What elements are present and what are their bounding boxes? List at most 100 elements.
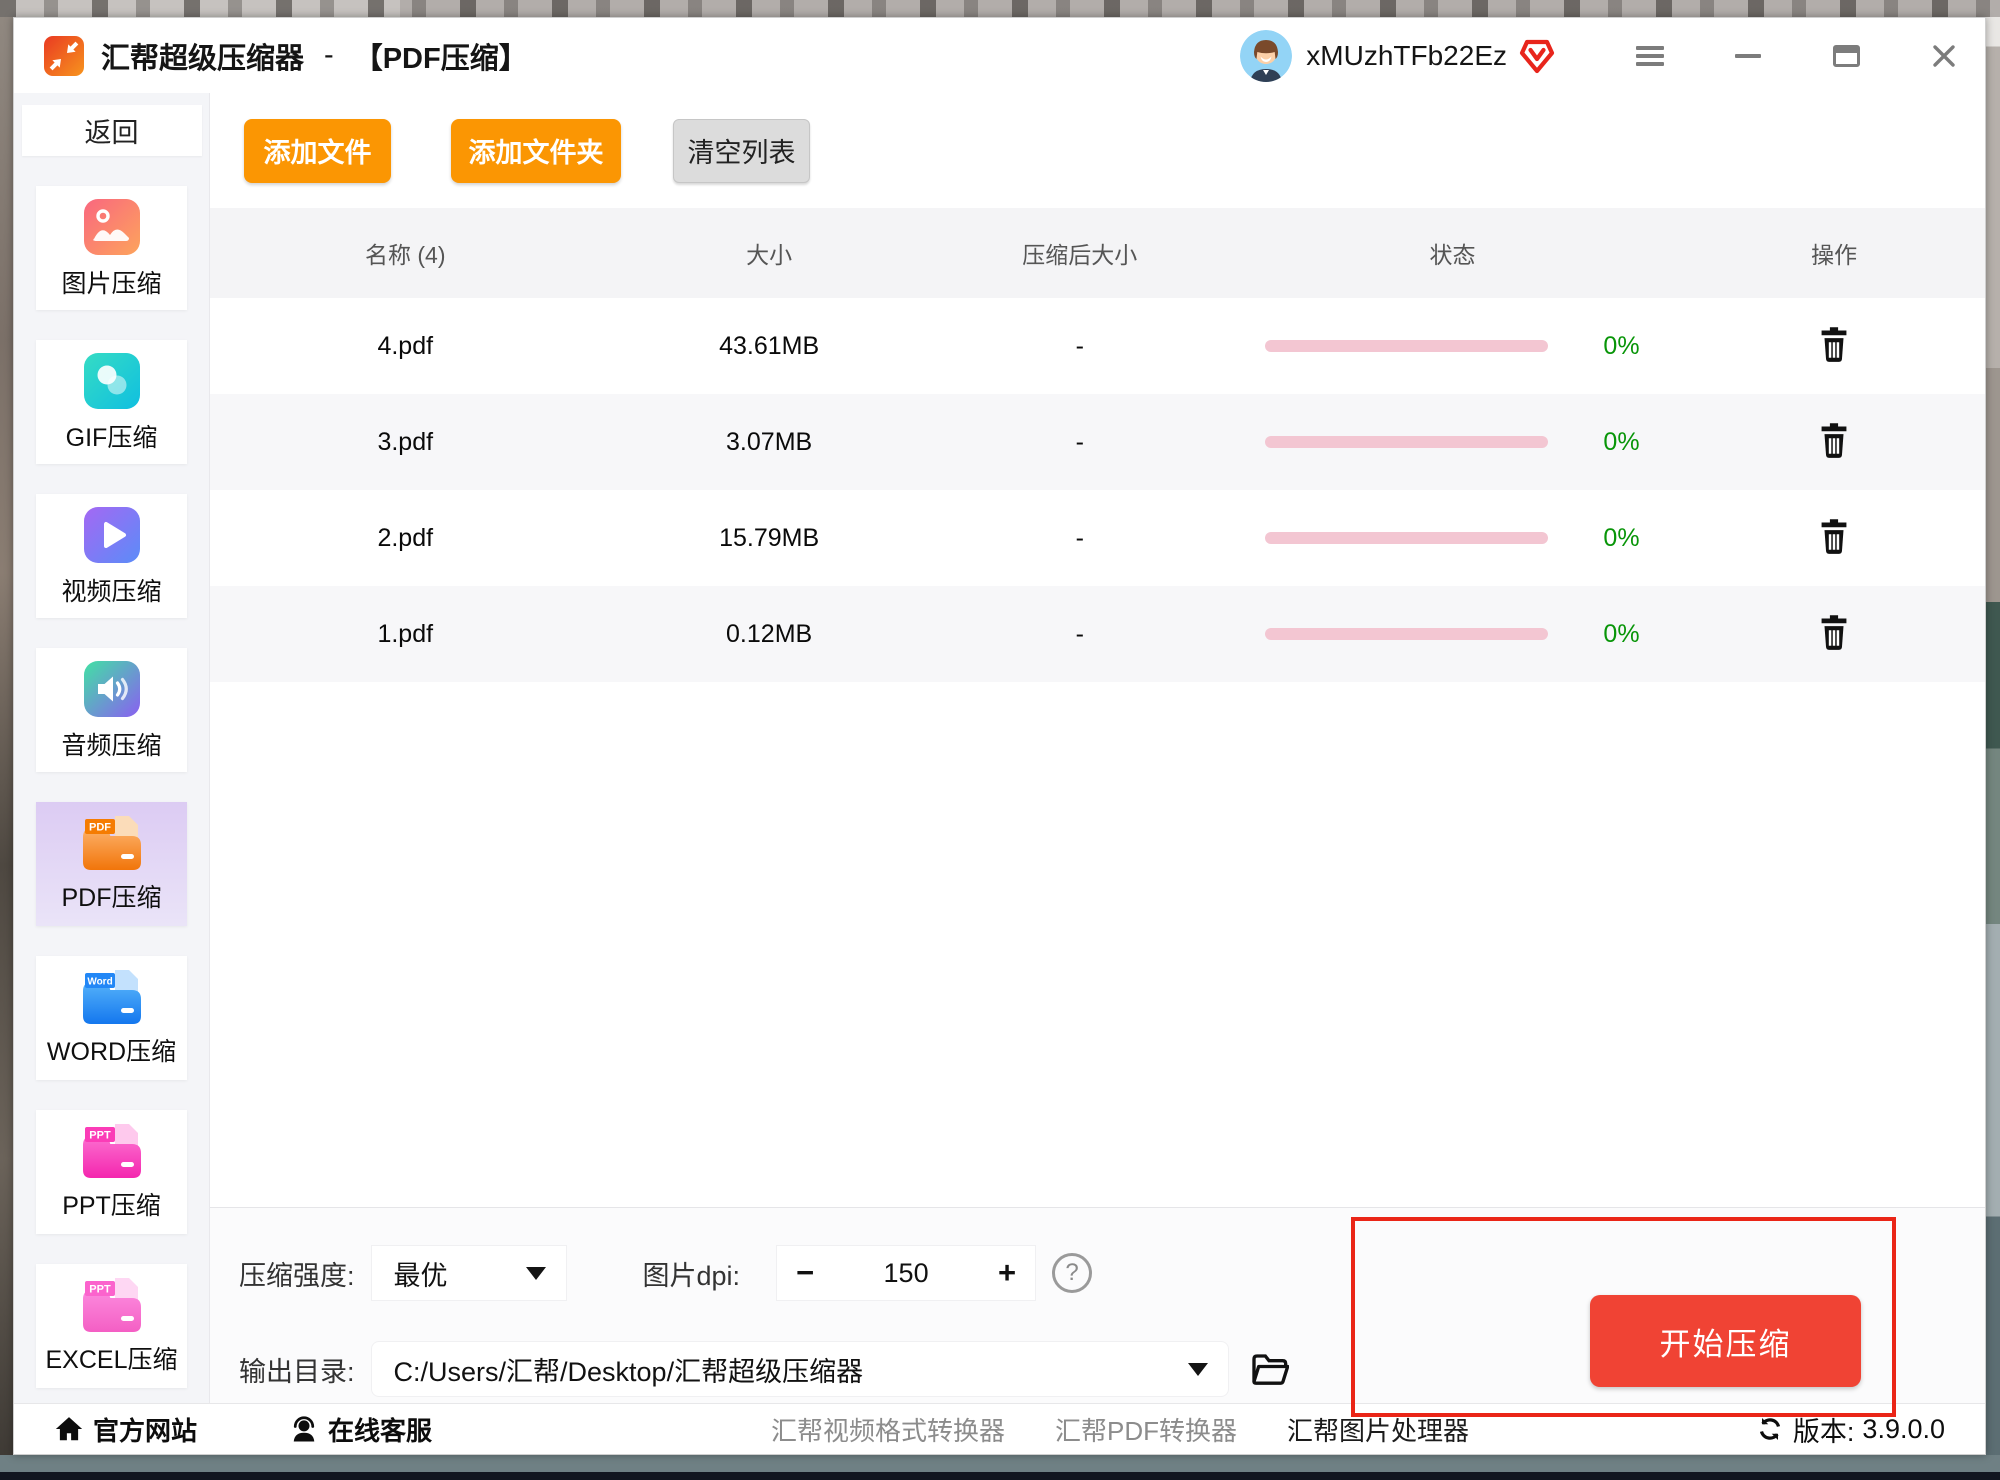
delete-button[interactable] — [1812, 610, 1856, 654]
progress-bar — [1265, 532, 1548, 544]
close-button[interactable] — [1929, 41, 1959, 71]
word-folder-icon: Word — [80, 968, 144, 1026]
sidebar-item-word-compress[interactable]: Word WORD压缩 — [36, 956, 187, 1080]
delete-button[interactable] — [1812, 514, 1856, 558]
customer-service-icon — [289, 1414, 319, 1444]
sidebar-item-label: 视频压缩 — [61, 572, 161, 608]
status-cell: 0% — [1222, 620, 1684, 649]
footer-links: 汇帮视频格式转换器 汇帮PDF转换器 汇帮图片处理器 — [771, 1411, 1469, 1448]
desktop-wallpaper-left — [0, 17, 13, 1480]
official-site-link[interactable]: 官方网站 — [54, 1411, 197, 1448]
sidebar-item-label: EXCEL压缩 — [46, 1340, 178, 1376]
compressed-size: - — [938, 332, 1222, 361]
action-cell — [1683, 322, 1985, 370]
vip-badge-icon[interactable] — [1517, 36, 1557, 76]
trash-icon — [1816, 421, 1852, 459]
pdf-badge: PDF — [89, 822, 111, 834]
strength-value: 最优 — [372, 1254, 448, 1293]
add-file-button[interactable]: 添加文件 — [244, 119, 391, 183]
gif-compress-icon — [81, 350, 143, 412]
strength-select[interactable]: 最优 — [371, 1245, 567, 1301]
header-status: 状态 — [1222, 236, 1684, 270]
file-name: 2.pdf — [210, 524, 601, 553]
dpi-decrease-button[interactable]: − — [777, 1255, 833, 1291]
pdf-converter-link[interactable]: 汇帮PDF转换器 — [1055, 1411, 1237, 1448]
sidebar-item-label: PDF压缩 — [61, 878, 161, 914]
table-row: 2.pdf 15.79MB - 0% — [210, 490, 1985, 586]
menu-button[interactable] — [1635, 41, 1665, 71]
minimize-icon — [1735, 54, 1761, 58]
output-dir-select[interactable]: C:/Users/汇帮/Desktop/汇帮超级压缩器 — [371, 1341, 1229, 1397]
sidebar-item-image-compress[interactable]: 图片压缩 — [36, 186, 187, 310]
progress-bar — [1265, 436, 1548, 448]
chevron-down-icon — [1188, 1363, 1208, 1376]
excel-folder-icon: PPT — [80, 1276, 144, 1334]
sidebar-item-pdf-compress[interactable]: PDF PDF压缩 — [36, 802, 187, 926]
sidebar-item-video-compress[interactable]: 视频压缩 — [36, 494, 187, 618]
image-processor-link[interactable]: 汇帮图片处理器 — [1287, 1411, 1469, 1448]
sidebar-item-ppt-compress[interactable]: PPT PPT压缩 — [36, 1110, 187, 1234]
dpi-label: 图片dpi: — [643, 1254, 741, 1293]
titlebar: 汇帮超级压缩器 - 【PDF压缩】 xMUzhTFb22Ez — [14, 18, 1985, 93]
browse-folder-button[interactable] — [1247, 1347, 1291, 1391]
status-cell: 0% — [1222, 332, 1684, 361]
back-button[interactable]: 返回 — [22, 105, 202, 156]
compressed-size: - — [938, 620, 1222, 649]
refresh-icon[interactable] — [1755, 1414, 1785, 1444]
delete-button[interactable] — [1812, 322, 1856, 366]
trash-icon — [1816, 517, 1852, 555]
file-size: 43.61MB — [601, 332, 938, 361]
minimize-button[interactable] — [1733, 41, 1763, 71]
online-service-label: 在线客服 — [328, 1411, 432, 1448]
word-badge: Word — [87, 977, 112, 988]
delete-button[interactable] — [1812, 418, 1856, 462]
clear-list-button[interactable]: 清空列表 — [673, 119, 810, 183]
dpi-increase-button[interactable]: + — [979, 1255, 1035, 1291]
start-compress-button[interactable]: 开始压缩 — [1590, 1295, 1861, 1387]
file-size: 0.12MB — [601, 620, 938, 649]
sidebar-item-label: 音频压缩 — [61, 726, 161, 762]
video-converter-link[interactable]: 汇帮视频格式转换器 — [771, 1411, 1005, 1448]
action-cell — [1683, 514, 1985, 562]
title-separator: - — [324, 39, 334, 72]
window-controls — [1635, 41, 1959, 71]
maximize-button[interactable] — [1831, 41, 1861, 71]
body: 返回 图片压缩 GIF压缩 — [14, 93, 1985, 1403]
username: xMUzhTFb22Ez — [1306, 40, 1507, 72]
output-dir-value: C:/Users/汇帮/Desktop/汇帮超级压缩器 — [372, 1350, 864, 1389]
user-avatar[interactable] — [1240, 30, 1292, 82]
progress-percent: 0% — [1603, 332, 1639, 361]
desktop-edge-bottom — [0, 1472, 2000, 1480]
sidebar-item-gif-compress[interactable]: GIF压缩 — [36, 340, 187, 464]
compressed-size: - — [938, 428, 1222, 457]
pdf-folder-icon: PDF — [80, 814, 144, 872]
status-cell: 0% — [1222, 524, 1684, 553]
add-folder-button[interactable]: 添加文件夹 — [451, 119, 621, 183]
online-service-link[interactable]: 在线客服 — [289, 1411, 432, 1448]
header-action: 操作 — [1683, 236, 1985, 270]
strength-label: 压缩强度: — [239, 1254, 355, 1293]
help-icon[interactable]: ? — [1052, 1253, 1092, 1293]
desktop-wallpaper-right — [1986, 17, 2000, 1480]
official-site-label: 官方网站 — [93, 1411, 197, 1448]
main-panel: 添加文件 添加文件夹 清空列表 名称 (4) 大小 压缩后大小 状态 操作 4.… — [210, 93, 1985, 1403]
trash-icon — [1816, 613, 1852, 651]
action-cell — [1683, 610, 1985, 658]
sidebar-item-label: PPT压缩 — [62, 1186, 161, 1222]
close-icon — [1930, 42, 1958, 70]
sidebar-item-label: 图片压缩 — [61, 264, 161, 300]
hamburger-icon — [1636, 46, 1664, 66]
table-row: 4.pdf 43.61MB - 0% — [210, 298, 1985, 394]
sidebar-item-audio-compress[interactable]: 音频压缩 — [36, 648, 187, 772]
desktop-wallpaper-bottom — [0, 1455, 2000, 1472]
compressed-size: - — [938, 524, 1222, 553]
video-compress-icon — [81, 504, 143, 566]
table-header: 名称 (4) 大小 压缩后大小 状态 操作 — [210, 208, 1985, 298]
settings-row-1: 压缩强度: 最优 图片dpi: − 150 + ? — [239, 1245, 1985, 1301]
dpi-value[interactable]: 150 — [833, 1258, 979, 1289]
sidebar: 返回 图片压缩 GIF压缩 — [14, 93, 210, 1403]
footer: 官方网站 在线客服 汇帮视频格式转换器 汇帮PDF转换器 汇帮图片处理器 版本: — [14, 1403, 1985, 1454]
progress-bar — [1265, 628, 1548, 640]
sidebar-item-excel-compress[interactable]: PPT EXCEL压缩 — [36, 1264, 187, 1388]
app-logo-icon — [43, 35, 85, 77]
